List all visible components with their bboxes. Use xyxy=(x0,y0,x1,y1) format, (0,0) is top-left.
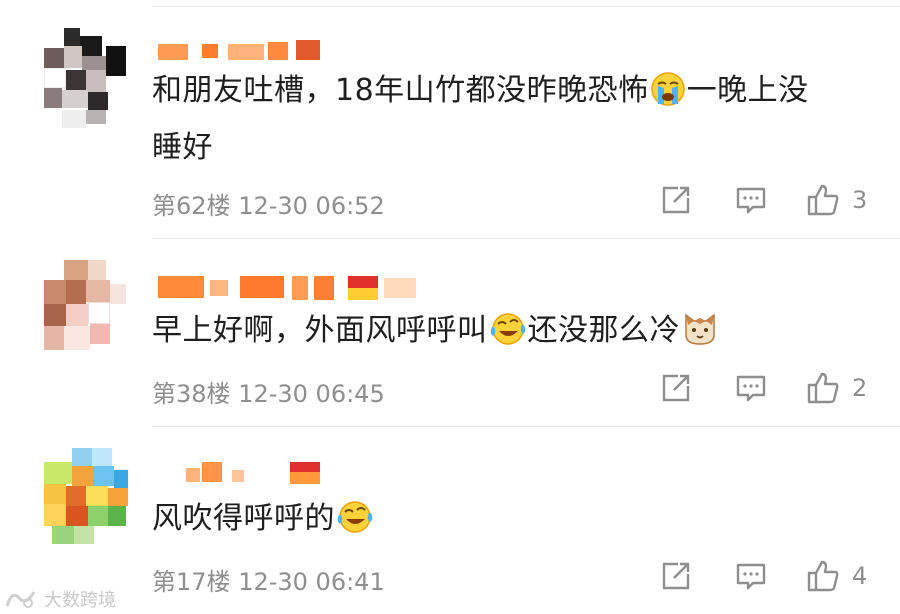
tears-of-joy-face-icon xyxy=(488,311,528,363)
watermark: 大数跨境 xyxy=(4,586,116,612)
thumbs-up-icon xyxy=(807,560,839,592)
username-blurred[interactable] xyxy=(158,276,428,300)
share-button[interactable] xyxy=(660,372,692,404)
share-icon xyxy=(662,562,690,590)
like-button[interactable]: 4 xyxy=(806,559,867,593)
tears-of-joy-face-icon xyxy=(335,499,375,551)
floor-number: 第62楼 xyxy=(152,192,231,220)
comment-meta: 第38楼 12-30 06:45 xyxy=(152,374,385,409)
like-button[interactable]: 2 xyxy=(806,371,867,405)
floor-number: 第38楼 xyxy=(152,380,231,408)
avatar[interactable] xyxy=(44,260,128,360)
username-blurred[interactable] xyxy=(158,40,328,64)
comment-meta: 第17楼 12-30 06:41 xyxy=(152,562,385,597)
like-button[interactable]: 3 xyxy=(806,183,867,217)
comment-text: 风吹得呼呼的 xyxy=(152,494,375,551)
avatar[interactable] xyxy=(44,448,128,548)
comment-icon xyxy=(736,375,766,402)
top-divider xyxy=(152,6,900,7)
like-count: 2 xyxy=(852,374,868,402)
avatar[interactable] xyxy=(44,28,128,128)
cat-face-icon xyxy=(680,309,720,363)
thumbs-up-icon xyxy=(807,372,839,404)
timestamp: 12-30 06:52 xyxy=(238,192,385,220)
watermark-text: 大数跨境 xyxy=(44,590,116,611)
comment-icon xyxy=(736,187,766,214)
like-count: 4 xyxy=(852,562,868,590)
watermark-logo-icon xyxy=(5,591,36,608)
comment-text: 和朋友吐槽，18年山竹都没昨晚恐怖 一晚上没 睡好 xyxy=(152,71,809,165)
loudly-crying-face-icon xyxy=(649,71,687,123)
divider xyxy=(152,426,900,427)
thumbs-up-icon xyxy=(807,184,839,216)
floor-number: 第17楼 xyxy=(152,568,231,596)
comment-text: 早上好啊，外面风呼呼叫 还没那么冷 xyxy=(152,306,720,363)
username-blurred[interactable] xyxy=(186,462,326,486)
timestamp: 12-30 06:41 xyxy=(238,568,385,596)
like-count: 3 xyxy=(852,186,868,214)
share-icon xyxy=(662,374,690,402)
divider xyxy=(152,238,900,239)
share-button[interactable] xyxy=(660,184,692,216)
reply-button[interactable] xyxy=(735,186,767,216)
comment-meta: 第62楼 12-30 06:52 xyxy=(152,186,385,221)
share-button[interactable] xyxy=(660,560,692,592)
comment-icon xyxy=(736,563,766,590)
share-icon xyxy=(662,186,690,214)
reply-button[interactable] xyxy=(735,562,767,592)
reply-button[interactable] xyxy=(735,374,767,404)
timestamp: 12-30 06:45 xyxy=(238,380,385,408)
